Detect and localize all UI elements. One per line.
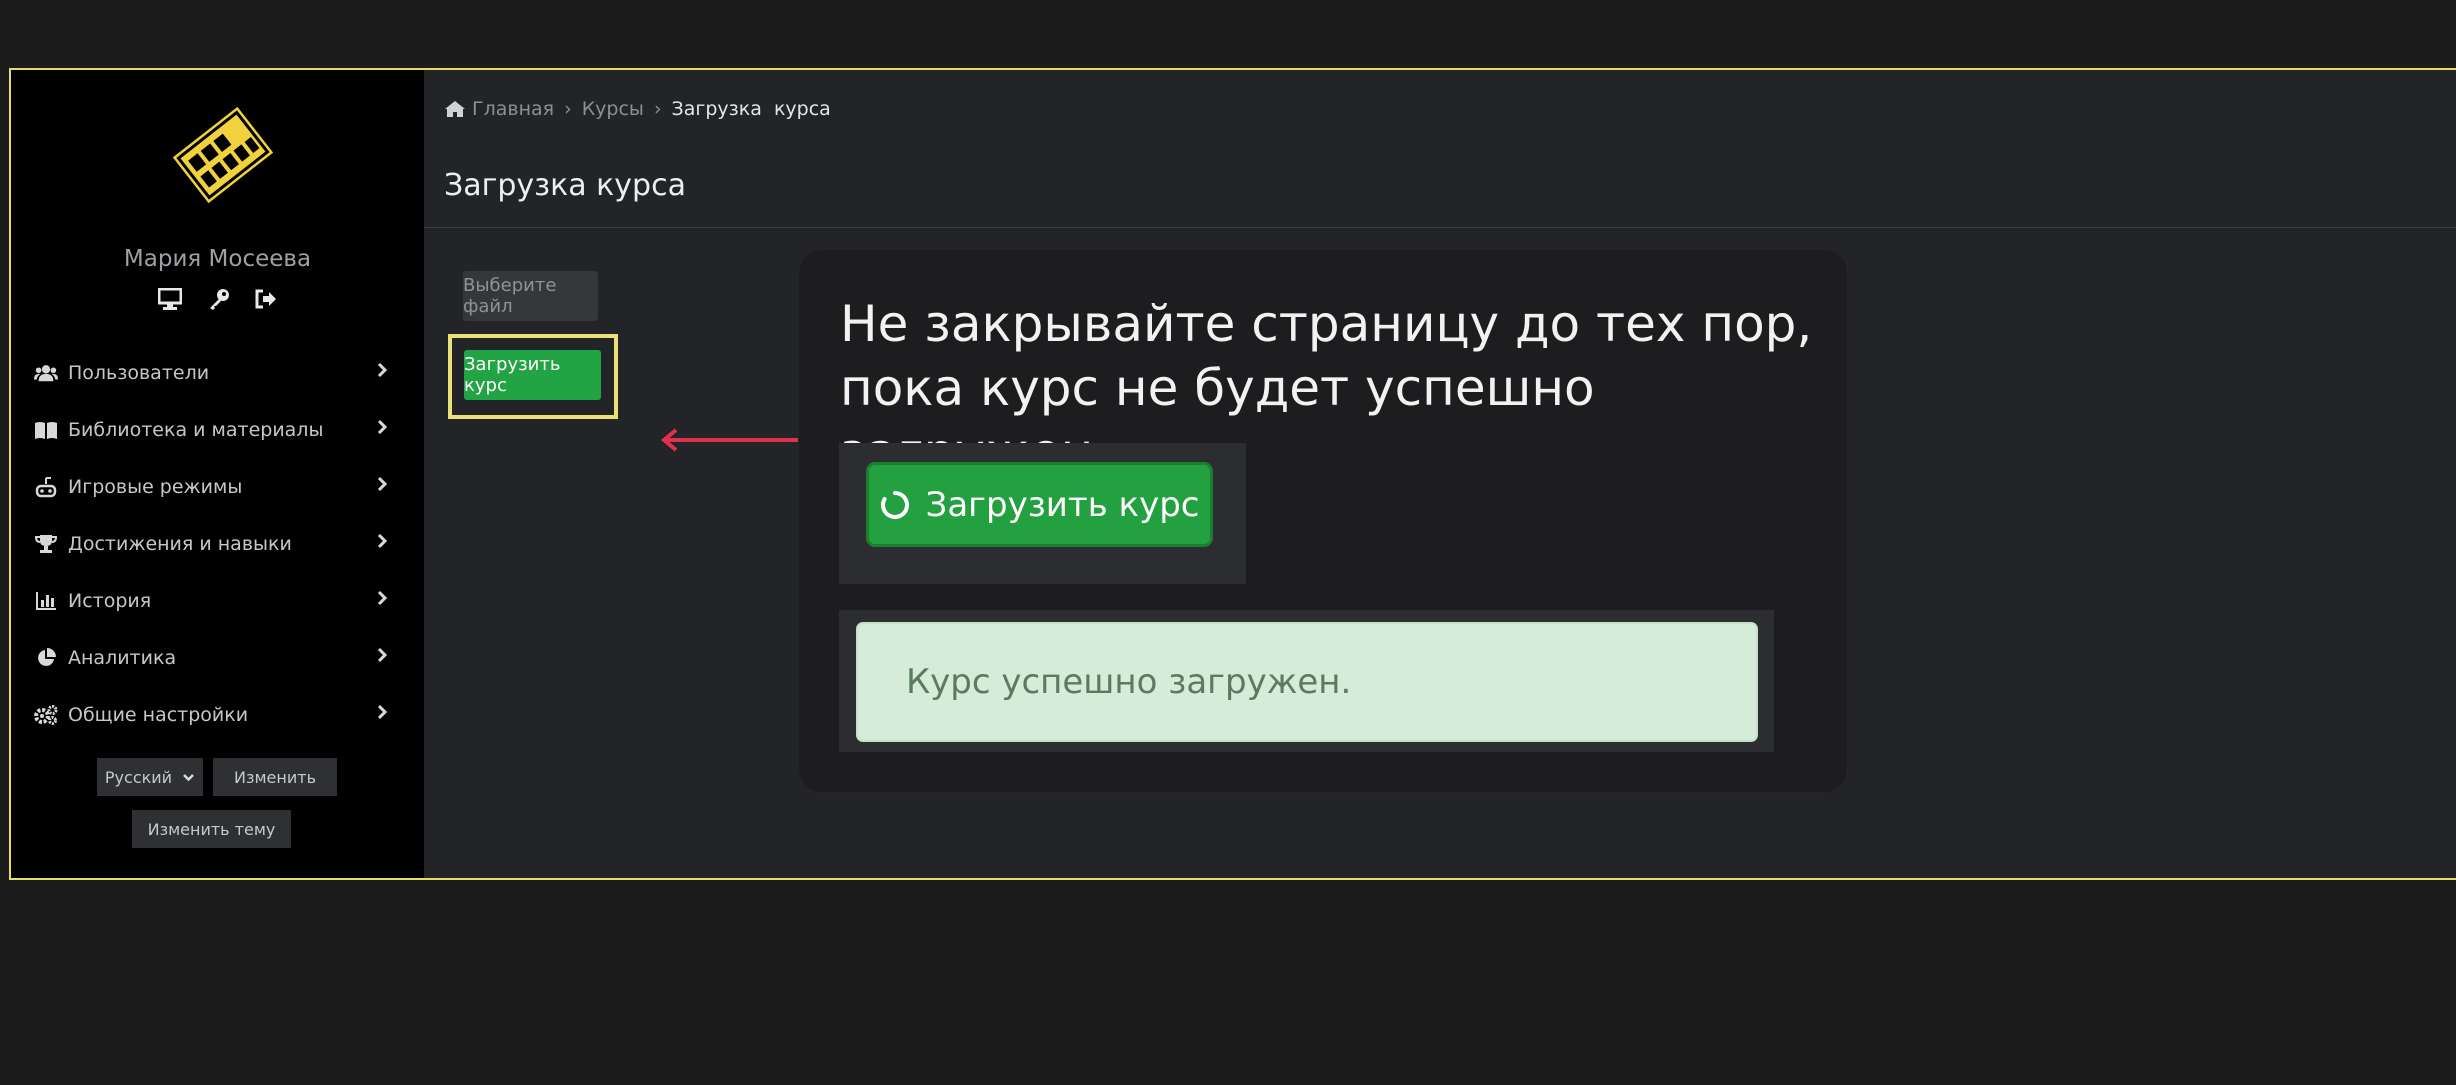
breadcrumb-courses[interactable]: Курсы [582, 98, 644, 120]
sidebar-item-label: Библиотека и материалы [68, 418, 324, 441]
sidebar-item-achievements[interactable]: Достижения и навыки [11, 515, 424, 572]
sidebar-item-game-modes[interactable]: Игровые режимы [11, 458, 424, 515]
change-language-button[interactable]: Изменить [213, 758, 337, 796]
sidebar-item-users[interactable]: Пользователи [11, 344, 424, 401]
sidebar-item-analytics[interactable]: Аналитика [11, 629, 424, 686]
chevron-right-icon [377, 647, 388, 663]
title-divider [424, 227, 2456, 228]
users-icon [34, 364, 58, 382]
language-select[interactable]: Русский [97, 758, 203, 796]
sidebar-item-library[interactable]: Библиотека и материалы [11, 401, 424, 458]
sidebar-item-label: Достижения и навыки [68, 532, 292, 555]
spinner-icon [880, 490, 909, 519]
language-select-value: Русский [104, 767, 173, 787]
trophy-icon [34, 534, 58, 554]
app-window: Мария Мосеева Пользователи Библиотека и … [9, 68, 2456, 880]
sidebar-item-label: История [68, 589, 152, 612]
instruction-callout: Не закрывайте страницу до тех пор, пока … [799, 250, 1847, 792]
pie-chart-icon [34, 647, 58, 668]
sidebar-item-history[interactable]: История [11, 572, 424, 629]
chevron-down-icon [183, 773, 194, 781]
chevron-right-icon [377, 419, 388, 435]
breadcrumb-home[interactable]: Главная [472, 98, 554, 120]
loading-button-label: Загрузить курс [925, 484, 1200, 525]
loading-button-example: Загрузить курс [839, 443, 1246, 584]
upload-course-button[interactable]: Загрузить курс [464, 350, 601, 400]
breadcrumb-current: Загрузка курса [671, 98, 831, 120]
chevron-right-icon [377, 476, 388, 492]
bar-chart-icon [34, 591, 58, 610]
gamepad-icon [34, 476, 58, 498]
chevron-right-icon [377, 590, 388, 606]
sidebar-menu: Пользователи Библиотека и материалы Игро… [11, 344, 424, 743]
chevron-right-icon [377, 362, 388, 378]
sidebar-item-label: Аналитика [68, 646, 177, 669]
sidebar-item-label: Пользователи [68, 361, 210, 384]
sidebar-item-settings[interactable]: Общие настройки [11, 686, 424, 743]
box-battle-logo [172, 106, 274, 204]
language-controls: Русский Изменить [97, 758, 337, 796]
breadcrumb: Главная › Курсы › Загрузка курса [444, 98, 831, 120]
page-title: Загрузка курса [444, 168, 686, 203]
sidebar-item-label: Игровые режимы [68, 475, 243, 498]
upload-course-loading-button: Загрузить курс [866, 462, 1213, 547]
success-alert: Курс успешно загружен. [856, 622, 1758, 742]
breadcrumb-separator: › [653, 98, 662, 120]
change-theme-button[interactable]: Изменить тему [132, 810, 291, 848]
key-icon[interactable] [208, 288, 230, 314]
monitor-icon[interactable] [157, 287, 183, 314]
pointer-arrow-icon [660, 428, 804, 452]
user-actions [11, 287, 424, 314]
choose-file-button[interactable]: Выберите файл [463, 271, 598, 321]
sidebar: Мария Мосеева Пользователи Библиотека и … [11, 70, 424, 878]
user-name: Мария Мосеева [123, 246, 312, 272]
breadcrumb-separator: › [564, 98, 572, 120]
sidebar-item-label: Общие настройки [68, 703, 249, 726]
book-icon [34, 421, 58, 439]
sign-out-icon[interactable] [255, 289, 277, 313]
chevron-right-icon [377, 533, 388, 549]
cogs-icon [34, 704, 58, 725]
home-icon [445, 101, 465, 117]
callout-line-1: Не закрывайте страницу до тех пор, [840, 295, 1813, 353]
success-alert-example: Курс успешно загружен. [839, 610, 1774, 752]
chevron-right-icon [377, 704, 388, 720]
